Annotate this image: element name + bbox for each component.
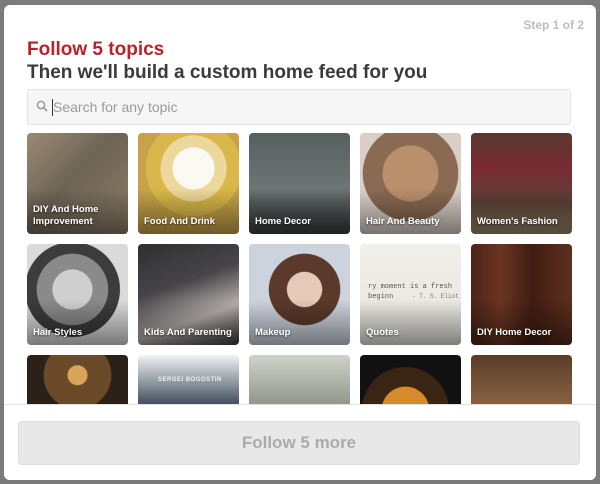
topic-tile-hair-and-beauty[interactable]: Hair And Beauty (360, 133, 461, 234)
topic-label: Kids And Parenting (144, 327, 232, 338)
topic-label: Makeup (255, 327, 291, 338)
topic-tile-quotes[interactable]: ry moment is a fresh beginn - T. S. Elio… (360, 244, 461, 345)
topic-label: Home Decor (255, 216, 311, 227)
topic-tile-food-and-drink[interactable]: Food And Drink (138, 133, 239, 234)
topic-tile-makeup[interactable]: Makeup (249, 244, 350, 345)
topic-label: Hair Styles (33, 327, 83, 338)
topic-label: Food And Drink (144, 216, 215, 227)
page-title: Follow 5 topics (27, 39, 165, 60)
topic-label: DIY And Home Improvement (33, 204, 99, 227)
topic-label: Hair And Beauty (366, 216, 440, 227)
page-subtitle: Then we'll build a custom home feed for … (27, 62, 428, 83)
topic-tile-diy-and-home-improvement[interactable]: DIY And Home Improvement (27, 133, 128, 234)
step-indicator: Step 1 of 2 (523, 18, 584, 32)
topic-picker-modal: Step 1 of 2 Follow 5 topics Then we'll b… (4, 5, 596, 480)
topic-label: Women's Fashion (477, 216, 558, 227)
topic-tile-hair-styles[interactable]: Hair Styles (27, 244, 128, 345)
quote-image-author: - T. S. Eliot (412, 293, 459, 300)
topic-tile-womens-fashion[interactable]: Women's Fashion (471, 133, 572, 234)
search-input[interactable] (53, 90, 553, 124)
modal-footer: Follow 5 more (4, 404, 596, 480)
topic-tile-kids-and-parenting[interactable]: Kids And Parenting (138, 244, 239, 345)
topic-label: Quotes (366, 327, 399, 338)
topic-tile-diy-home-decor[interactable]: DIY Home Decor (471, 244, 572, 345)
topic-tile-home-decor[interactable]: Home Decor (249, 133, 350, 234)
search-bar[interactable] (27, 89, 571, 125)
follow-more-button[interactable]: Follow 5 more (18, 421, 580, 465)
image-caption-text: SERGEI BOGOSTIN (158, 377, 222, 383)
topic-label: DIY Home Decor (477, 327, 552, 338)
search-icon (36, 100, 48, 112)
